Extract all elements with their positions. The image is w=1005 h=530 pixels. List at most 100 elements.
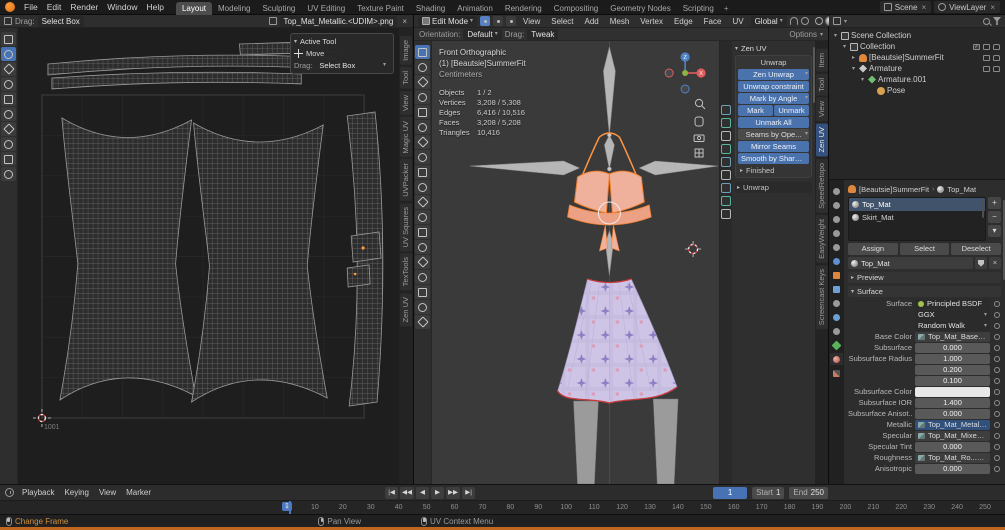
- uv-tab-magic-uv[interactable]: Magic UV: [400, 116, 412, 158]
- uv-tab-view[interactable]: View: [400, 90, 412, 115]
- workspace-tab-layout[interactable]: Layout: [175, 1, 212, 15]
- menu-marker[interactable]: Marker: [122, 488, 155, 497]
- material-specials-button[interactable]: ▾: [988, 225, 1001, 237]
- remove-material-slot-button[interactable]: −: [988, 211, 1001, 223]
- dropdown-arrow-icon[interactable]: ▾: [805, 69, 808, 80]
- finished-panel-header[interactable]: ▸ Finished: [738, 165, 809, 175]
- hide-viewport-icon[interactable]: [983, 43, 990, 50]
- timeline-ruler[interactable]: 1 0 10 20 30 40 50 60 70 80 90 100 110 120 130 140 150 1…: [0, 500, 1005, 514]
- add-workspace-button[interactable]: +: [720, 2, 733, 15]
- select-button[interactable]: Select: [899, 243, 950, 255]
- properties-tab-texture[interactable]: [830, 367, 843, 379]
- mirror-seams-button[interactable]: Mirror Seams: [738, 141, 809, 152]
- menu-vertex[interactable]: Vertex: [636, 15, 667, 28]
- menu-view[interactable]: View: [95, 488, 120, 497]
- subsurface-color-swatch[interactable]: [915, 386, 990, 397]
- properties-tab-tool[interactable]: [830, 185, 843, 197]
- properties-tab-viewlayer[interactable]: [830, 227, 843, 239]
- subsurface-radius-x[interactable]: 1.000: [915, 353, 990, 364]
- image-browse-icon[interactable]: [268, 17, 277, 25]
- unmark-button[interactable]: Unmark: [774, 105, 809, 116]
- uv-tab-zen-uv[interactable]: Zen UV: [400, 292, 412, 327]
- properties-tab-scene[interactable]: [830, 241, 843, 253]
- animate-dot[interactable]: [993, 422, 1001, 428]
- viewport-tool-button-12[interactable]: [415, 225, 430, 239]
- zen-uv-panel-header[interactable]: ▾ Zen UV: [735, 43, 812, 54]
- ntab-speedretopo[interactable]: SpeedRetopo: [815, 158, 828, 213]
- menu-render[interactable]: Render: [66, 1, 102, 14]
- uv-tool-button-4[interactable]: [1, 92, 16, 106]
- outliner-row-summerfit[interactable]: ▸ [Beautsie]SummerFit: [850, 52, 1002, 63]
- zenuv-strip-tool-button-7[interactable]: [721, 196, 731, 206]
- unlink-material-button[interactable]: ×: [989, 257, 1001, 269]
- uv-tool-button-2[interactable]: [1, 62, 16, 76]
- viewport-tool-button-13[interactable]: [415, 240, 430, 254]
- viewport-tool-button-4[interactable]: [415, 105, 430, 119]
- jump-to-start-button[interactable]: |◀: [385, 486, 399, 499]
- subsurface-ior-slider[interactable]: 1.400: [915, 397, 990, 408]
- menu-face[interactable]: Face: [700, 15, 726, 28]
- material-slots-list[interactable]: Top_Mat Skirt_Mat: [848, 197, 986, 241]
- unwrap-constraint-button[interactable]: Unwrap constraint: [738, 81, 809, 92]
- menu-window[interactable]: Window: [103, 1, 141, 14]
- zenuv-strip-tool-button-1[interactable]: [721, 118, 731, 128]
- uv-drag-mode-dropdown[interactable]: Select Box: [37, 15, 84, 27]
- metallic-image-field[interactable]: Top_Mat_Metallic.<UDIM...: [915, 419, 990, 430]
- zenuv-strip-tool-button-6[interactable]: [721, 183, 731, 193]
- smooth-by-sharp-button[interactable]: Smooth by Sharp (To...: [738, 153, 809, 164]
- disable-render-icon[interactable]: [993, 54, 1000, 61]
- outliner-row-collection[interactable]: ▾ Collection ✓: [841, 41, 1002, 52]
- hide-viewport-icon[interactable]: [983, 54, 990, 61]
- distribution-dropdown[interactable]: GGX ▾: [915, 309, 990, 320]
- ntab-easyweight[interactable]: EasyWeight: [815, 214, 828, 263]
- viewport-tool-button-7[interactable]: [415, 150, 430, 164]
- zenuv-strip-tool-button-0[interactable]: [721, 105, 731, 115]
- uv-tab-textools[interactable]: TexTools: [400, 253, 412, 291]
- unlink-image-button[interactable]: ×: [400, 17, 409, 26]
- workspace-tab-uv-editing[interactable]: UV Editing: [301, 2, 351, 15]
- specular-tint-slider[interactable]: 0.000: [915, 441, 990, 452]
- dropdown-arrow-icon[interactable]: ▾: [805, 93, 808, 104]
- menu-view[interactable]: View: [519, 15, 544, 28]
- menu-add[interactable]: Add: [580, 15, 602, 28]
- zenuv-strip-tool-button-5[interactable]: [721, 170, 731, 180]
- scene-unlink-icon[interactable]: ×: [920, 3, 927, 12]
- popup-drag-dropdown[interactable]: Select Box ▾: [315, 59, 390, 71]
- viewport-tool-button-3[interactable]: [415, 90, 430, 104]
- proportional-edit-icon[interactable]: [800, 17, 809, 25]
- blender-logo-icon[interactable]: [5, 2, 15, 12]
- workspace-tab-texture-paint[interactable]: Texture Paint: [351, 2, 410, 15]
- uv-tool-button-7[interactable]: [1, 137, 16, 151]
- snap-icon[interactable]: [789, 17, 798, 25]
- expand-icon[interactable]: ▸: [850, 54, 857, 61]
- disable-render-icon[interactable]: [993, 65, 1000, 72]
- viewlayer-unlink-icon[interactable]: ×: [989, 3, 996, 12]
- animate-dot[interactable]: [993, 334, 1001, 340]
- menu-edge[interactable]: Edge: [670, 15, 697, 28]
- zen-panel-scrollbar[interactable]: [813, 47, 815, 103]
- breadcrumb-object[interactable]: [Beautsie]SummerFit: [859, 185, 929, 194]
- outliner-row-scene-collection[interactable]: ▾ Scene Collection: [832, 30, 1002, 41]
- uv-tool-button-3[interactable]: [1, 77, 16, 91]
- viewport-tool-button-8[interactable]: [415, 165, 430, 179]
- zenuv-strip-tool-button-2[interactable]: [721, 131, 731, 141]
- uv-tool-button-1[interactable]: [1, 47, 16, 61]
- animate-dot[interactable]: [993, 301, 1001, 307]
- seams-by-dropdown[interactable]: Seams by Ope... ▾: [738, 129, 809, 140]
- workspace-tab-animation[interactable]: Animation: [451, 2, 499, 15]
- menu-edit[interactable]: Edit: [43, 1, 66, 14]
- uv-tool-button-8[interactable]: [1, 152, 16, 166]
- mark-by-angle-button[interactable]: Mark by Angle ▾: [738, 93, 809, 104]
- ntab-zen-uv[interactable]: Zen UV: [815, 123, 828, 157]
- expand-icon[interactable]: ▾: [859, 76, 866, 83]
- viewport-tool-button-14[interactable]: [415, 255, 430, 269]
- disable-render-icon[interactable]: [993, 43, 1000, 50]
- timeline-editor-icon[interactable]: [5, 488, 14, 497]
- viewport-widgets[interactable]: [693, 98, 706, 158]
- animate-dot[interactable]: [993, 389, 1001, 395]
- collapse-icon[interactable]: ▾: [294, 38, 297, 45]
- uv-tab-uvpacker[interactable]: UVPacker: [400, 159, 412, 202]
- viewport-tool-button-6[interactable]: [415, 135, 430, 149]
- outliner-editor-icon[interactable]: [833, 17, 841, 25]
- deselect-button[interactable]: Deselect: [951, 243, 1002, 255]
